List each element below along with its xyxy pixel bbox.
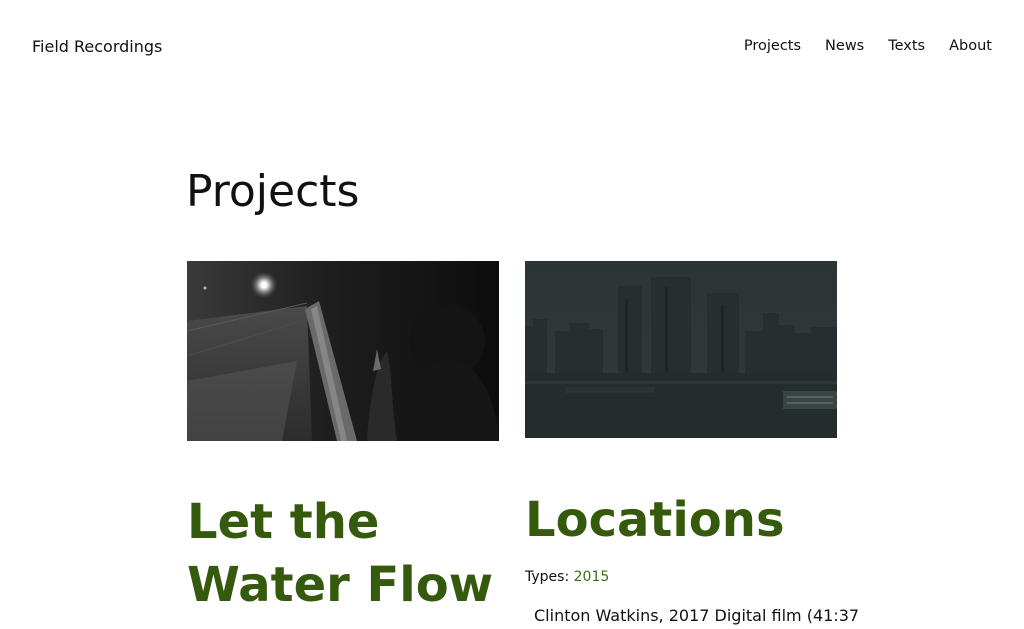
project-card: Let the Water Flow xyxy=(187,261,499,613)
nav-item-about[interactable]: About xyxy=(949,38,992,54)
page: Field Recordings Projects News Texts Abo… xyxy=(0,0,1024,629)
nav-item-texts[interactable]: Texts xyxy=(888,38,925,54)
project-title-link[interactable]: Locations xyxy=(525,489,785,552)
project-types: Types: 2015 xyxy=(525,569,609,585)
site-header: Field Recordings Projects News Texts Abo… xyxy=(0,0,1024,95)
types-value-link[interactable]: 2015 xyxy=(574,569,610,585)
project-title-link[interactable]: Let the Water Flow xyxy=(187,491,499,617)
project-thumbnail-link[interactable] xyxy=(525,261,837,438)
project-thumbnail-image xyxy=(187,261,499,441)
types-label: Types: xyxy=(525,569,570,585)
main-nav: Projects News Texts About xyxy=(744,38,992,54)
project-card: Locations Types: 2015 Clinton Watkins, 2… xyxy=(525,261,859,625)
project-thumbnail-image xyxy=(525,261,837,438)
project-description: Clinton Watkins, 2017 Digital film (41:3… xyxy=(534,606,860,625)
project-thumbnail-link[interactable] xyxy=(187,261,499,441)
site-title-link[interactable]: Field Recordings xyxy=(32,37,162,56)
nav-item-news[interactable]: News xyxy=(825,38,864,54)
page-title: Projects xyxy=(186,166,360,217)
nav-item-projects[interactable]: Projects xyxy=(744,38,801,54)
